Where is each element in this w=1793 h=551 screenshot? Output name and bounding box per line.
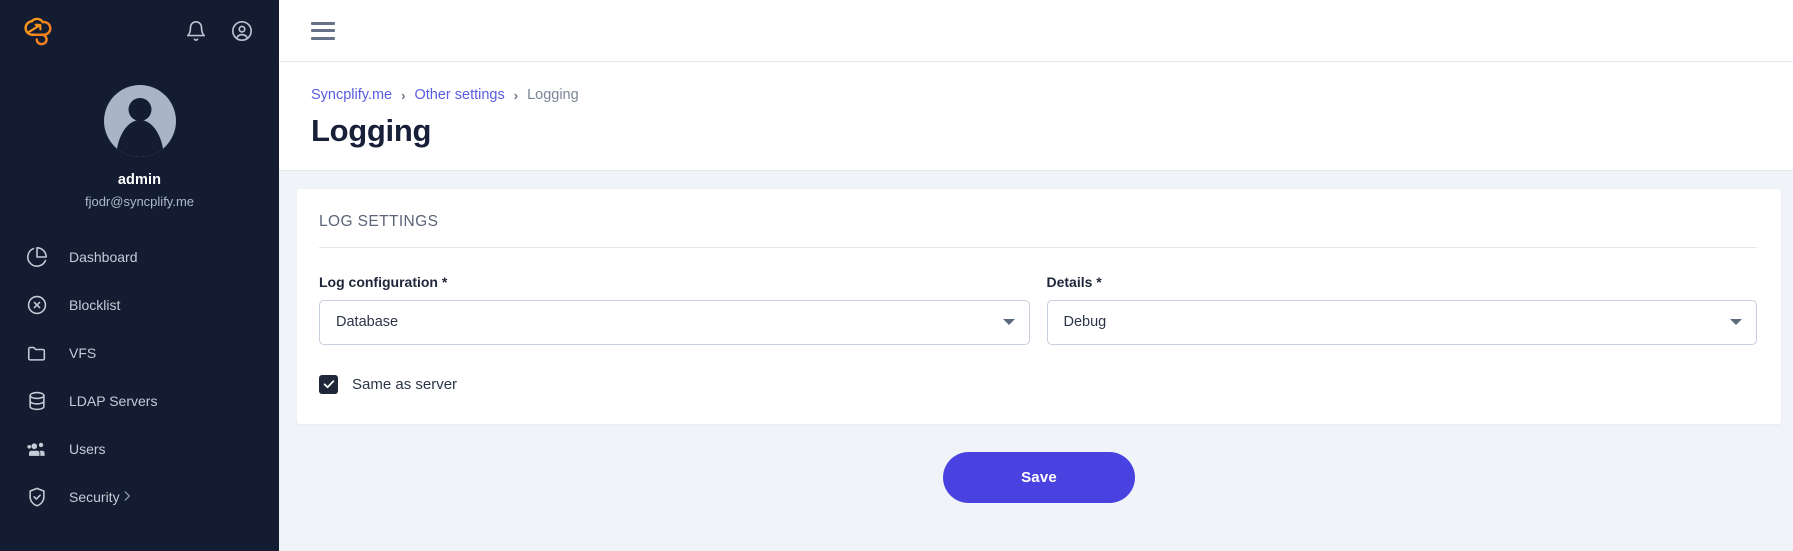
sidebar-item-label: LDAP Servers (69, 393, 158, 409)
sidebar-item-label: Dashboard (69, 249, 138, 265)
sidebar-user-name: admin (117, 172, 162, 188)
block-circle-icon (26, 294, 69, 316)
sidebar-header (0, 0, 279, 62)
avatar (0, 85, 279, 157)
bell-icon[interactable] (185, 20, 207, 42)
field-log-configuration: Log configuration * Database (319, 274, 1030, 345)
pie-chart-icon (26, 246, 69, 268)
users-icon (26, 438, 69, 460)
same-as-server-label: Same as server (352, 375, 458, 393)
sidebar: admin fjodr@syncplify.me Dashboard Block… (0, 0, 279, 551)
log-configuration-value: Database (336, 314, 399, 331)
sidebar-item-security[interactable]: Security (0, 473, 279, 521)
breadcrumb-separator-icon: › (513, 87, 519, 103)
chevron-down-icon (1730, 319, 1742, 326)
log-settings-card: LOG SETTINGS Log configuration * Databas… (297, 188, 1781, 424)
details-select[interactable]: Debug (1046, 299, 1757, 345)
sidebar-item-dashboard[interactable]: Dashboard (0, 233, 279, 281)
database-icon (26, 390, 69, 412)
sidebar-item-users[interactable]: Users (0, 425, 279, 473)
sidebar-item-ldap-servers[interactable]: LDAP Servers (0, 377, 279, 425)
user-circle-icon[interactable] (231, 20, 253, 42)
card-title: LOG SETTINGS (319, 213, 1757, 248)
field-details: Details * Debug (1046, 273, 1757, 345)
settings-fields: Log configuration * Database Details * D… (319, 274, 1757, 345)
page-header: Syncplify.me › Other settings › Logging … (279, 62, 1793, 171)
details-value: Debug (1063, 314, 1107, 331)
breadcrumb-item-logging: Logging (527, 87, 579, 103)
syncplify-cloud-logo-icon[interactable] (19, 16, 57, 46)
sidebar-item-label: Security (69, 489, 120, 505)
sidebar-item-label: VFS (69, 345, 97, 361)
same-as-server-checkbox[interactable] (319, 374, 338, 394)
main-area: Syncplify.me › Other settings › Logging … (279, 0, 1793, 551)
sidebar-header-icons (185, 20, 253, 42)
hamburger-menu-icon[interactable] (311, 21, 335, 40)
sidebar-item-label: Users (69, 441, 106, 457)
check-icon (323, 380, 334, 389)
sidebar-user-email: fjodr@syncplify.me (84, 194, 195, 209)
topbar (279, 0, 1793, 62)
app-root: admin fjodr@syncplify.me Dashboard Block… (0, 0, 1793, 551)
folder-icon (26, 342, 69, 364)
save-button[interactable]: Save (943, 451, 1135, 503)
breadcrumb-separator-icon: › (401, 87, 406, 103)
details-label: Details * (1046, 273, 1102, 290)
form-actions: Save (297, 451, 1781, 503)
breadcrumb-item-other-settings[interactable]: Other settings (414, 88, 504, 103)
log-configuration-label: Log configuration * (319, 273, 448, 290)
page-title: Logging (311, 112, 432, 148)
sidebar-nav: Dashboard Blocklist VFS LDAP Servers Use… (0, 233, 279, 521)
breadcrumb: Syncplify.me › Other settings › Logging (311, 88, 1793, 103)
breadcrumb-item-syncplify[interactable]: Syncplify.me (311, 88, 392, 103)
page-content: LOG SETTINGS Log configuration * Databas… (279, 171, 1793, 551)
chevron-down-icon (1002, 319, 1015, 326)
log-configuration-select[interactable]: Database (319, 299, 1030, 345)
same-as-server-checkbox-row[interactable]: Same as server (319, 374, 458, 394)
chevron-right-icon (120, 489, 134, 506)
sidebar-item-vfs[interactable]: VFS (0, 329, 279, 377)
sidebar-item-blocklist[interactable]: Blocklist (0, 281, 279, 329)
shield-check-icon (26, 486, 69, 508)
sidebar-item-label: Blocklist (69, 297, 121, 313)
